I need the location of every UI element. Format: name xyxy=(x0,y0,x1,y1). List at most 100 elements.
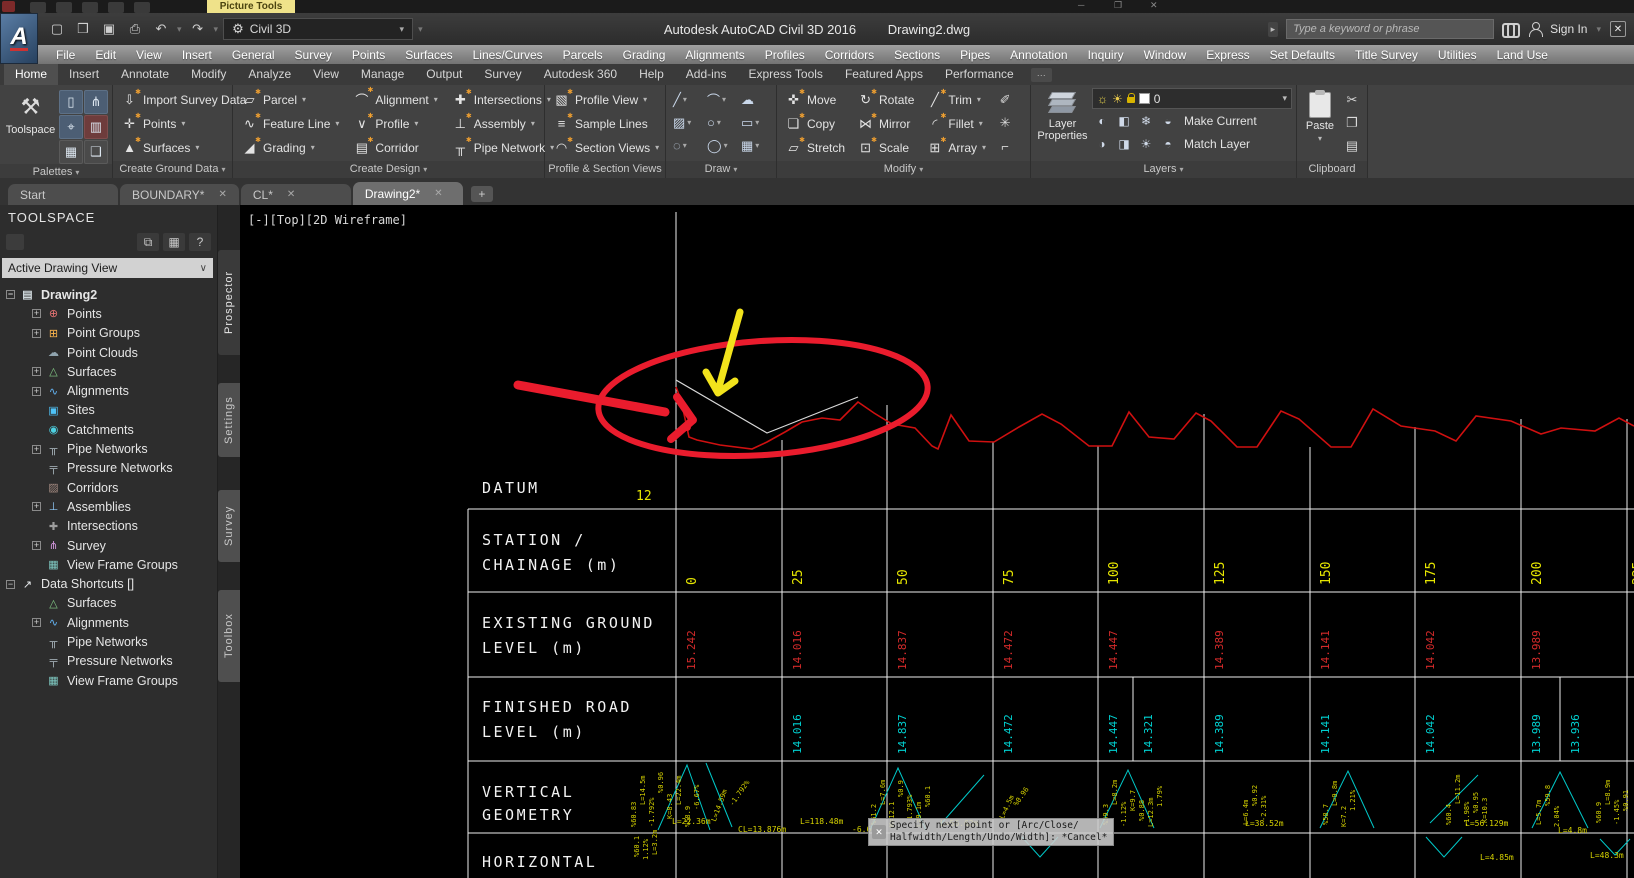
command-line-icon[interactable]: ❑ xyxy=(84,140,108,164)
close-tab-icon[interactable]: ✕ xyxy=(218,189,226,200)
menu-survey[interactable]: Survey xyxy=(285,48,342,62)
clipboard-panel-label[interactable]: Clipboard xyxy=(1297,161,1367,178)
menu-land-use[interactable]: Land Use xyxy=(1487,48,1558,62)
menu-window[interactable]: Window xyxy=(1134,48,1197,62)
menu-pipes[interactable]: Pipes xyxy=(950,48,1000,62)
create-design-panel-label[interactable]: Create Design ▾ xyxy=(233,161,544,178)
revision-cloud-icon[interactable]: ☁ xyxy=(738,88,772,111)
menu-insert[interactable]: Insert xyxy=(172,48,222,62)
cancel-icon[interactable]: ✕ xyxy=(872,825,886,839)
layer-tool-icon[interactable]: ◓ xyxy=(1158,137,1178,151)
ribbon-tab-autodesk-360[interactable]: Autodesk 360 xyxy=(533,64,628,85)
ribbon-options-icon[interactable]: ··· xyxy=(1030,67,1052,82)
tree-item-point-clouds[interactable]: +☁Point Clouds xyxy=(0,343,217,362)
create-ground-data-panel-label[interactable]: Create Ground Data ▾ xyxy=(113,161,232,178)
tree-item-pressure-networks[interactable]: +╤Pressure Networks xyxy=(0,459,217,478)
ellipse-icon[interactable]: ◯ ▾ xyxy=(704,134,738,157)
tree-item-view-frame-groups[interactable]: +▦View Frame Groups xyxy=(0,555,217,574)
tree-item-catchments[interactable]: +◉Catchments xyxy=(0,420,217,439)
ribbon-tab-performance[interactable]: Performance xyxy=(934,64,1025,85)
plot-icon[interactable]: ⎙ xyxy=(124,18,146,40)
doc-tab-drawing2-[interactable]: Drawing2* ✕ xyxy=(352,182,463,205)
tree-item-surfaces[interactable]: + △ Surfaces xyxy=(0,362,217,381)
surfaces-button[interactable]: ▲Surfaces ▾ xyxy=(117,136,250,159)
menu-profiles[interactable]: Profiles xyxy=(755,48,815,62)
close-tab-icon[interactable]: ✕ xyxy=(287,189,295,200)
polyline-icon[interactable]: ⌒ ▾ xyxy=(704,88,738,111)
ribbon-tab-insert[interactable]: Insert xyxy=(58,64,110,85)
workspace-selector[interactable]: ⚙ Civil 3D ▾ xyxy=(223,18,414,40)
qat-stub-icon[interactable] xyxy=(108,2,124,13)
rotate-button[interactable]: ↻Rotate xyxy=(853,88,918,111)
ribbon-tab-express-tools[interactable]: Express Tools xyxy=(737,64,833,85)
layers-panel-label[interactable]: Layers ▾ xyxy=(1031,161,1296,178)
ribbon-tab-manage[interactable]: Manage xyxy=(350,64,415,85)
layer-tool-icon[interactable]: ☀ xyxy=(1136,137,1156,151)
menu-grading[interactable]: Grading xyxy=(613,48,676,62)
menu-lines-curves[interactable]: Lines/Curves xyxy=(463,48,553,62)
menu-surfaces[interactable]: Surfaces xyxy=(395,48,462,62)
menu-parcels[interactable]: Parcels xyxy=(553,48,613,62)
menu-file[interactable]: File xyxy=(46,48,85,62)
tree-item-survey[interactable]: + ⋔ Survey xyxy=(0,536,217,555)
close-tab-icon[interactable]: ✕ xyxy=(434,188,442,199)
view-selector-dropdown[interactable]: Active Drawing View ∨ xyxy=(2,258,213,278)
sign-in-dropdown-icon[interactable]: ▾ xyxy=(1596,24,1601,35)
new-tab-button[interactable]: + xyxy=(470,186,493,202)
redo-dropdown-icon[interactable]: ▾ xyxy=(214,24,219,35)
layer-tool-icon[interactable]: ◒ xyxy=(1158,114,1178,128)
menu-inquiry[interactable]: Inquiry xyxy=(1078,48,1134,62)
trim-button[interactable]: ╱Trim ▾ xyxy=(922,88,990,111)
pipe-network-button[interactable]: ╥Pipe Network▾ xyxy=(448,136,558,159)
fillet-button[interactable]: ◜Fillet ▾ xyxy=(922,112,990,135)
profile-section-views-panel-label[interactable]: Profile & Section Views xyxy=(545,161,665,178)
copy-button[interactable]: ❏Copy xyxy=(781,112,849,135)
paste-button[interactable]: Paste ▾ xyxy=(1301,88,1339,161)
ribbon-tab-modify[interactable]: Modify xyxy=(180,64,237,85)
application-button[interactable]: A xyxy=(0,13,38,64)
parcel-button[interactable]: ▱Parcel ▾ xyxy=(237,88,343,111)
tree-expander-icon[interactable]: + xyxy=(32,367,41,377)
menu-title-survey[interactable]: Title Survey xyxy=(1345,48,1428,62)
explode-icon[interactable]: ✳ xyxy=(994,112,1016,134)
layer-dropdown[interactable]: ☼ ☀ 0 ▾ xyxy=(1092,88,1292,109)
match-properties-icon[interactable]: ✐ xyxy=(994,89,1016,111)
ribbon-tab-output[interactable]: Output xyxy=(415,64,473,85)
ribbon-tab-survey[interactable]: Survey xyxy=(473,64,532,85)
tree-expander-icon[interactable]: − xyxy=(6,290,15,300)
alignment-button[interactable]: ⌒Alignment ▾ xyxy=(349,86,441,111)
modify-panel-label[interactable]: Modify ▾ xyxy=(777,161,1030,178)
line-icon[interactable]: ╱ ▾ xyxy=(670,88,704,111)
grading-button[interactable]: ◢Grading ▾ xyxy=(237,136,343,159)
layer-tool-icon[interactable]: ◧ xyxy=(1114,114,1134,128)
search-icon[interactable] xyxy=(1502,23,1521,38)
array-button[interactable]: ⊞Array ▾ xyxy=(922,136,990,159)
tree-expander-icon[interactable]: + xyxy=(32,444,41,454)
menu-corridors[interactable]: Corridors xyxy=(815,48,884,62)
drawing-viewport[interactable]: [-][Top][2D Wireframe] DATUM 12 STATION / C… xyxy=(240,205,1634,878)
circle-icon[interactable]: ○ ▾ xyxy=(704,111,738,134)
side-tab-prospector[interactable]: Prospector xyxy=(218,250,240,355)
ribbon-tab-featured-apps[interactable]: Featured Apps xyxy=(834,64,934,85)
tree-item-assemblies[interactable]: + ⊥ Assemblies xyxy=(0,497,217,516)
tree-expander-icon[interactable]: + xyxy=(32,309,41,319)
tree-expander-icon[interactable]: − xyxy=(6,579,15,589)
survey-toolspace-icon[interactable]: ⌖ xyxy=(59,115,83,139)
tree-expander-icon[interactable]: + xyxy=(32,618,41,628)
ribbon-tab-home[interactable]: Home xyxy=(4,64,59,85)
mirror-button[interactable]: ⋈Mirror xyxy=(853,112,918,135)
new-icon[interactable]: ▢ xyxy=(46,18,68,40)
corridor-button[interactable]: ▤Corridor xyxy=(349,136,441,159)
ribbon-tab-help[interactable]: Help xyxy=(628,64,675,85)
paste-special-icon[interactable]: ▤ xyxy=(1341,135,1363,157)
viewport-controls[interactable]: [-][Top][2D Wireframe] xyxy=(248,213,407,227)
menu-annotation[interactable]: Annotation xyxy=(1000,48,1077,62)
save-icon[interactable]: ▣ xyxy=(98,18,120,40)
quickcalc-icon[interactable]: ▦ xyxy=(59,140,83,164)
toolbox-icon[interactable]: ▥ xyxy=(84,115,108,139)
item-view-toggle-icon[interactable]: ⧉ xyxy=(137,233,159,251)
boundary-icon[interactable]: ▦ ▾ xyxy=(738,134,772,157)
menu-general[interactable]: General xyxy=(222,48,285,62)
menu-alignments[interactable]: Alignments xyxy=(675,48,754,62)
assembly-button[interactable]: ⊥Assembly ▾ xyxy=(448,112,558,135)
